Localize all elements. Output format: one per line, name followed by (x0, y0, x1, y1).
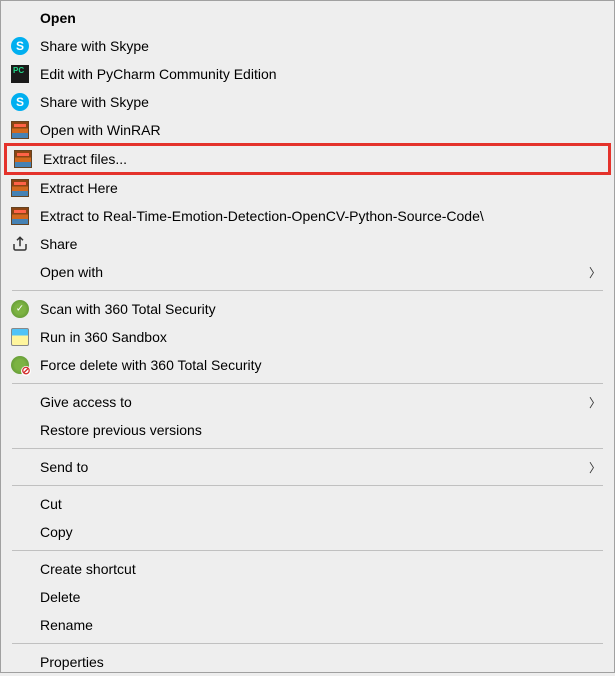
menu-label: Restore previous versions (40, 422, 601, 438)
menu-item-properties[interactable]: Properties (4, 648, 611, 676)
blank-icon (10, 457, 30, 477)
menu-item-share[interactable]: Share (4, 230, 611, 258)
menu-item-scan-360[interactable]: Scan with 360 Total Security (4, 295, 611, 323)
menu-item-rename[interactable]: Rename (4, 611, 611, 639)
blank-icon (10, 420, 30, 440)
separator (12, 485, 603, 486)
menu-item-share-skype[interactable]: Share with Skype (4, 32, 611, 60)
chevron-right-icon: 〉 (589, 394, 601, 411)
menu-label: Share (40, 236, 601, 252)
menu-item-run-sandbox[interactable]: Run in 360 Sandbox (4, 323, 611, 351)
menu-label: Scan with 360 Total Security (40, 301, 601, 317)
menu-item-share-skype-2[interactable]: Share with Skype (4, 88, 611, 116)
menu-item-cut[interactable]: Cut (4, 490, 611, 518)
menu-item-extract-here[interactable]: Extract Here (4, 174, 611, 202)
separator (12, 643, 603, 644)
skype-icon (10, 36, 30, 56)
menu-item-open-with[interactable]: Open with 〉 (4, 258, 611, 286)
menu-label: Open with (40, 264, 589, 280)
menu-item-copy[interactable]: Copy (4, 518, 611, 546)
menu-item-create-shortcut[interactable]: Create shortcut (4, 555, 611, 583)
menu-label: Open (40, 10, 601, 26)
chevron-right-icon: 〉 (589, 459, 601, 476)
blank-icon (10, 615, 30, 635)
menu-label: Edit with PyCharm Community Edition (40, 66, 601, 82)
separator (12, 550, 603, 551)
menu-label: Cut (40, 496, 601, 512)
share-icon (10, 234, 30, 254)
menu-label: Share with Skype (40, 38, 601, 54)
360-security-icon (10, 299, 30, 319)
separator (12, 448, 603, 449)
skype-icon (10, 92, 30, 112)
menu-label: Run in 360 Sandbox (40, 329, 601, 345)
360-sandbox-icon (10, 327, 30, 347)
menu-item-extract-files[interactable]: Extract files... (4, 143, 611, 175)
blank-icon (10, 8, 30, 28)
menu-label: Give access to (40, 394, 589, 410)
menu-label: Copy (40, 524, 601, 540)
chevron-right-icon: 〉 (589, 264, 601, 281)
blank-icon (10, 392, 30, 412)
menu-item-extract-to[interactable]: Extract to Real-Time-Emotion-Detection-O… (4, 202, 611, 230)
menu-label: Extract Here (40, 180, 601, 196)
menu-label: Force delete with 360 Total Security (40, 357, 601, 373)
winrar-icon (10, 120, 30, 140)
menu-label: Properties (40, 654, 601, 670)
menu-label: Delete (40, 589, 601, 605)
winrar-icon (10, 206, 30, 226)
menu-item-force-delete[interactable]: Force delete with 360 Total Security (4, 351, 611, 379)
separator (12, 383, 603, 384)
winrar-icon (13, 149, 33, 169)
pycharm-icon (10, 64, 30, 84)
menu-label: Create shortcut (40, 561, 601, 577)
menu-item-edit-pycharm[interactable]: Edit with PyCharm Community Edition (4, 60, 611, 88)
360-force-delete-icon (10, 355, 30, 375)
menu-item-restore-versions[interactable]: Restore previous versions (4, 416, 611, 444)
menu-label: Rename (40, 617, 601, 633)
menu-item-open[interactable]: Open (4, 4, 611, 32)
menu-label: Extract files... (43, 151, 598, 167)
context-menu: Open Share with Skype Edit with PyCharm … (0, 0, 615, 673)
blank-icon (10, 587, 30, 607)
menu-label: Extract to Real-Time-Emotion-Detection-O… (40, 208, 601, 224)
menu-item-delete[interactable]: Delete (4, 583, 611, 611)
blank-icon (10, 494, 30, 514)
menu-item-give-access[interactable]: Give access to 〉 (4, 388, 611, 416)
menu-label: Share with Skype (40, 94, 601, 110)
blank-icon (10, 262, 30, 282)
menu-item-open-winrar[interactable]: Open with WinRAR (4, 116, 611, 144)
blank-icon (10, 559, 30, 579)
menu-label: Send to (40, 459, 589, 475)
menu-item-send-to[interactable]: Send to 〉 (4, 453, 611, 481)
blank-icon (10, 522, 30, 542)
separator (12, 290, 603, 291)
menu-label: Open with WinRAR (40, 122, 601, 138)
blank-icon (10, 652, 30, 672)
winrar-icon (10, 178, 30, 198)
